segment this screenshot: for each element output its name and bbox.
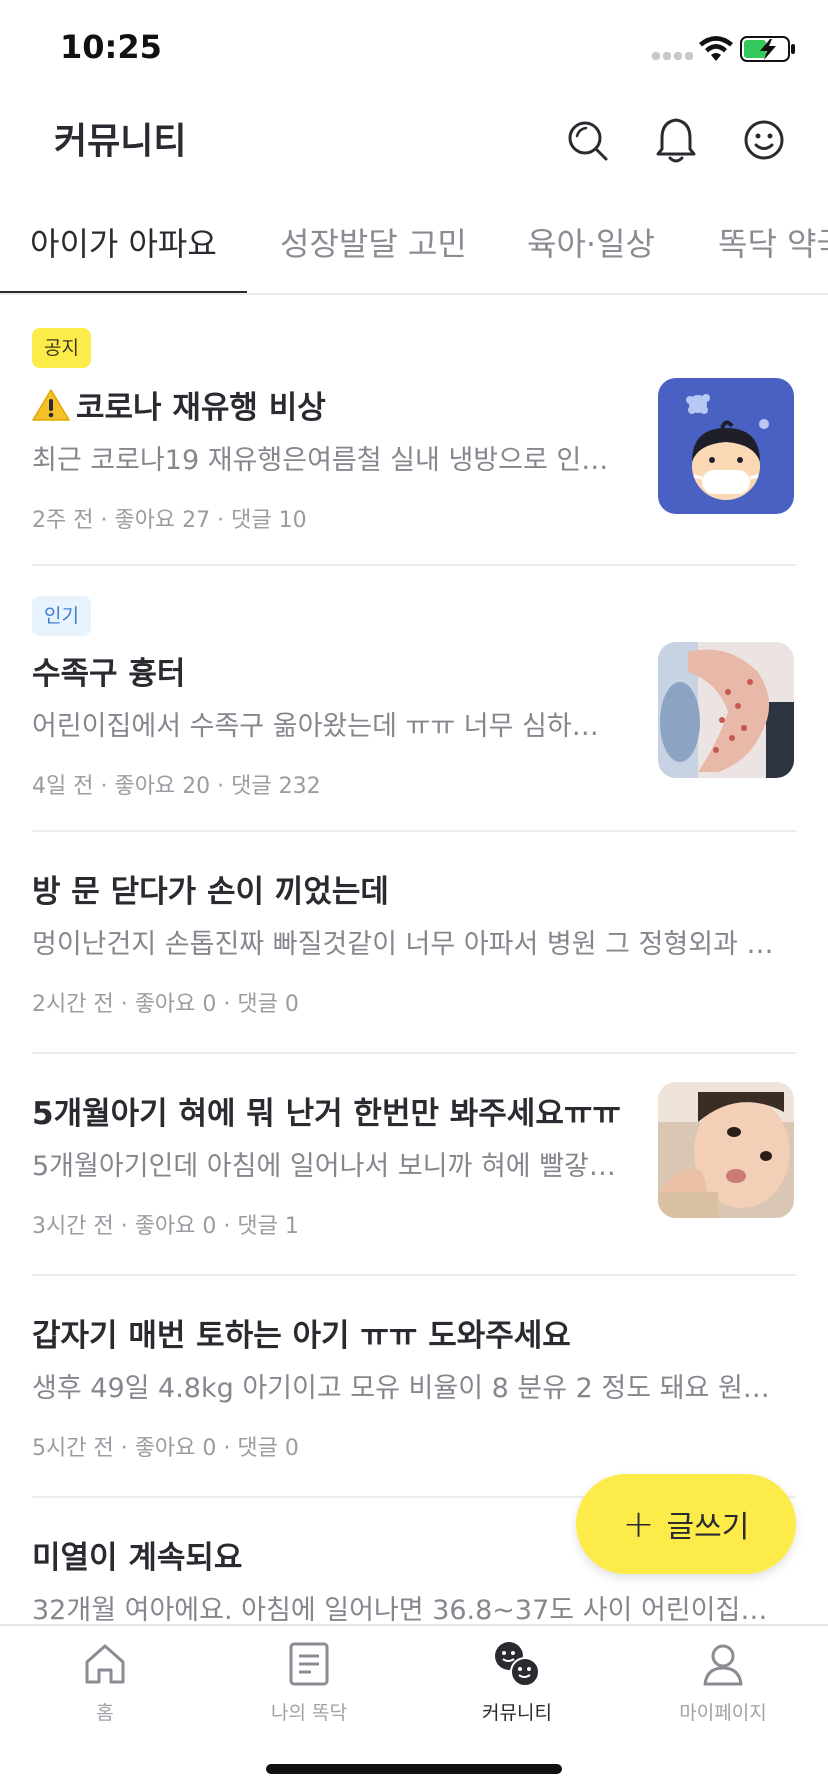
active-tab-indicator xyxy=(0,291,247,293)
nav-label: 홈 xyxy=(96,1702,114,1724)
list-item[interactable]: 갑자기 매번 토하는 아기 ㅠㅠ 도와주세요 생후 49일 4.8kg 아기이고… xyxy=(32,1306,796,1496)
post-preview: 최근 코로나19 재유행은여름철 실내 냉방으로 인한 밀폐 환경이 xyxy=(32,445,622,476)
wifi-icon xyxy=(699,36,733,61)
nav-my-ddocdoc[interactable]: 나의 똑닥 xyxy=(234,1640,384,1725)
post-preview: 5개월아기인데 아침에 일어나서 보니까 혀에 빨갛게 뭐가 났어요 xyxy=(32,1151,626,1182)
post-title: 수족구 흉터 xyxy=(32,656,186,692)
smile-icon[interactable] xyxy=(742,116,786,164)
home-indicator xyxy=(266,1764,562,1774)
post-preview: 생후 49일 4.8kg 아기이고 모유 비율이 8 분유 2 정도 돼요 원래… xyxy=(32,1373,784,1404)
nav-label: 커뮤니티 xyxy=(482,1702,552,1724)
battery-charging-icon xyxy=(740,36,795,62)
post-meta: 3시간 전 · 좋아요 0 · 댓글 1 xyxy=(32,1214,299,1239)
person-icon xyxy=(703,1644,743,1686)
divider xyxy=(32,1052,796,1054)
post-preview: 32개월 여아에요. 아침에 일어나면 36.8~37도 사이 어린이집에 보내… xyxy=(32,1595,784,1626)
tab-pharmacy[interactable]: 똑닥 약국 xyxy=(718,219,828,265)
community-icon xyxy=(495,1642,540,1687)
status-bar: 10:25 xyxy=(0,0,828,100)
post-preview: 어린이집에서 수족구 옮아왔는데 ㅠㅠ 너무 심하게 올라와서 xyxy=(32,711,612,742)
write-post-label: 글쓰기 xyxy=(666,1510,750,1545)
post-preview: 멍이난건지 손톱진짜 빠질것같이 너무 아파서 병원 그 정형외과 가봐야 xyxy=(32,929,784,960)
post-title: 5개월아기 혀에 뭐 난거 한번만 봐주세요ㅠㅠ xyxy=(32,1096,621,1132)
post-title: 갑자기 매번 토하는 아기 ㅠㅠ 도와주세요 xyxy=(32,1318,571,1354)
list-item[interactable]: 공지 코로나 재유행 비상 최근 코로나19 재유행은여름철 실내 냉방으로 인… xyxy=(32,326,796,562)
post-meta: 2시간 전 · 좋아요 0 · 댓글 0 xyxy=(32,992,299,1017)
masked-child-illustration xyxy=(658,378,794,514)
post-meta: 2주 전 · 좋아요 27 · 댓글 10 xyxy=(32,508,307,533)
list-item[interactable]: 방 문 닫다가 손이 끼었는데 멍이난건지 손톱진짜 빠질것같이 너무 아파서 … xyxy=(32,862,796,1052)
tab-sick-child[interactable]: 아이가 아파요 xyxy=(30,219,217,265)
post-meta: 5시간 전 · 좋아요 0 · 댓글 0 xyxy=(32,1436,299,1461)
post-meta: 4일 전 · 좋아요 20 · 댓글 232 xyxy=(32,774,321,799)
document-icon xyxy=(289,1642,329,1686)
cellular-signal-icon xyxy=(652,52,693,60)
write-post-button[interactable]: + 글쓰기 xyxy=(576,1474,796,1574)
nav-label: 마이페이지 xyxy=(679,1702,767,1724)
nav-mypage[interactable]: 마이페이지 xyxy=(648,1640,798,1725)
post-title-row: 코로나 재유행 비상 xyxy=(32,382,612,427)
search-icon[interactable] xyxy=(566,116,610,164)
post-title: 미열이 계속되요 xyxy=(32,1540,243,1576)
baby-leg-photo xyxy=(658,642,794,778)
page-title: 커뮤니티 xyxy=(54,121,187,162)
divider xyxy=(32,564,796,566)
nav-home[interactable]: 홈 xyxy=(30,1640,180,1725)
warning-icon xyxy=(32,389,70,421)
divider xyxy=(32,830,796,832)
notice-badge: 공지 xyxy=(32,328,91,368)
home-icon xyxy=(85,1644,125,1684)
tab-daily[interactable]: 육아·일상 xyxy=(527,219,655,265)
plus-icon: + xyxy=(622,1502,655,1546)
baby-face-photo xyxy=(658,1082,794,1218)
list-item[interactable]: 5개월아기 혀에 뭐 난거 한번만 봐주세요ㅠㅠ 5개월아기인데 아침에 일어나… xyxy=(32,1082,796,1274)
popular-badge: 인기 xyxy=(32,596,91,636)
category-tabs: 아이가 아파요 성장발달 고민 육아·일상 똑닥 약국 xyxy=(0,215,828,295)
post-title: 코로나 재유행 비상 xyxy=(76,390,326,426)
divider xyxy=(32,1274,796,1276)
nav-label: 나의 똑닥 xyxy=(271,1702,347,1724)
tab-growth[interactable]: 성장발달 고민 xyxy=(280,219,467,265)
status-time: 10:25 xyxy=(60,28,162,66)
nav-community[interactable]: 커뮤니티 xyxy=(442,1640,592,1725)
post-title: 방 문 닫다가 손이 끼었는데 xyxy=(32,874,389,910)
bell-icon[interactable] xyxy=(654,116,698,164)
list-item[interactable]: 인기 수족구 흉터 어린이집에서 수족구 옮아왔는데 ㅠㅠ 너무 심하게 올라와… xyxy=(32,594,796,830)
